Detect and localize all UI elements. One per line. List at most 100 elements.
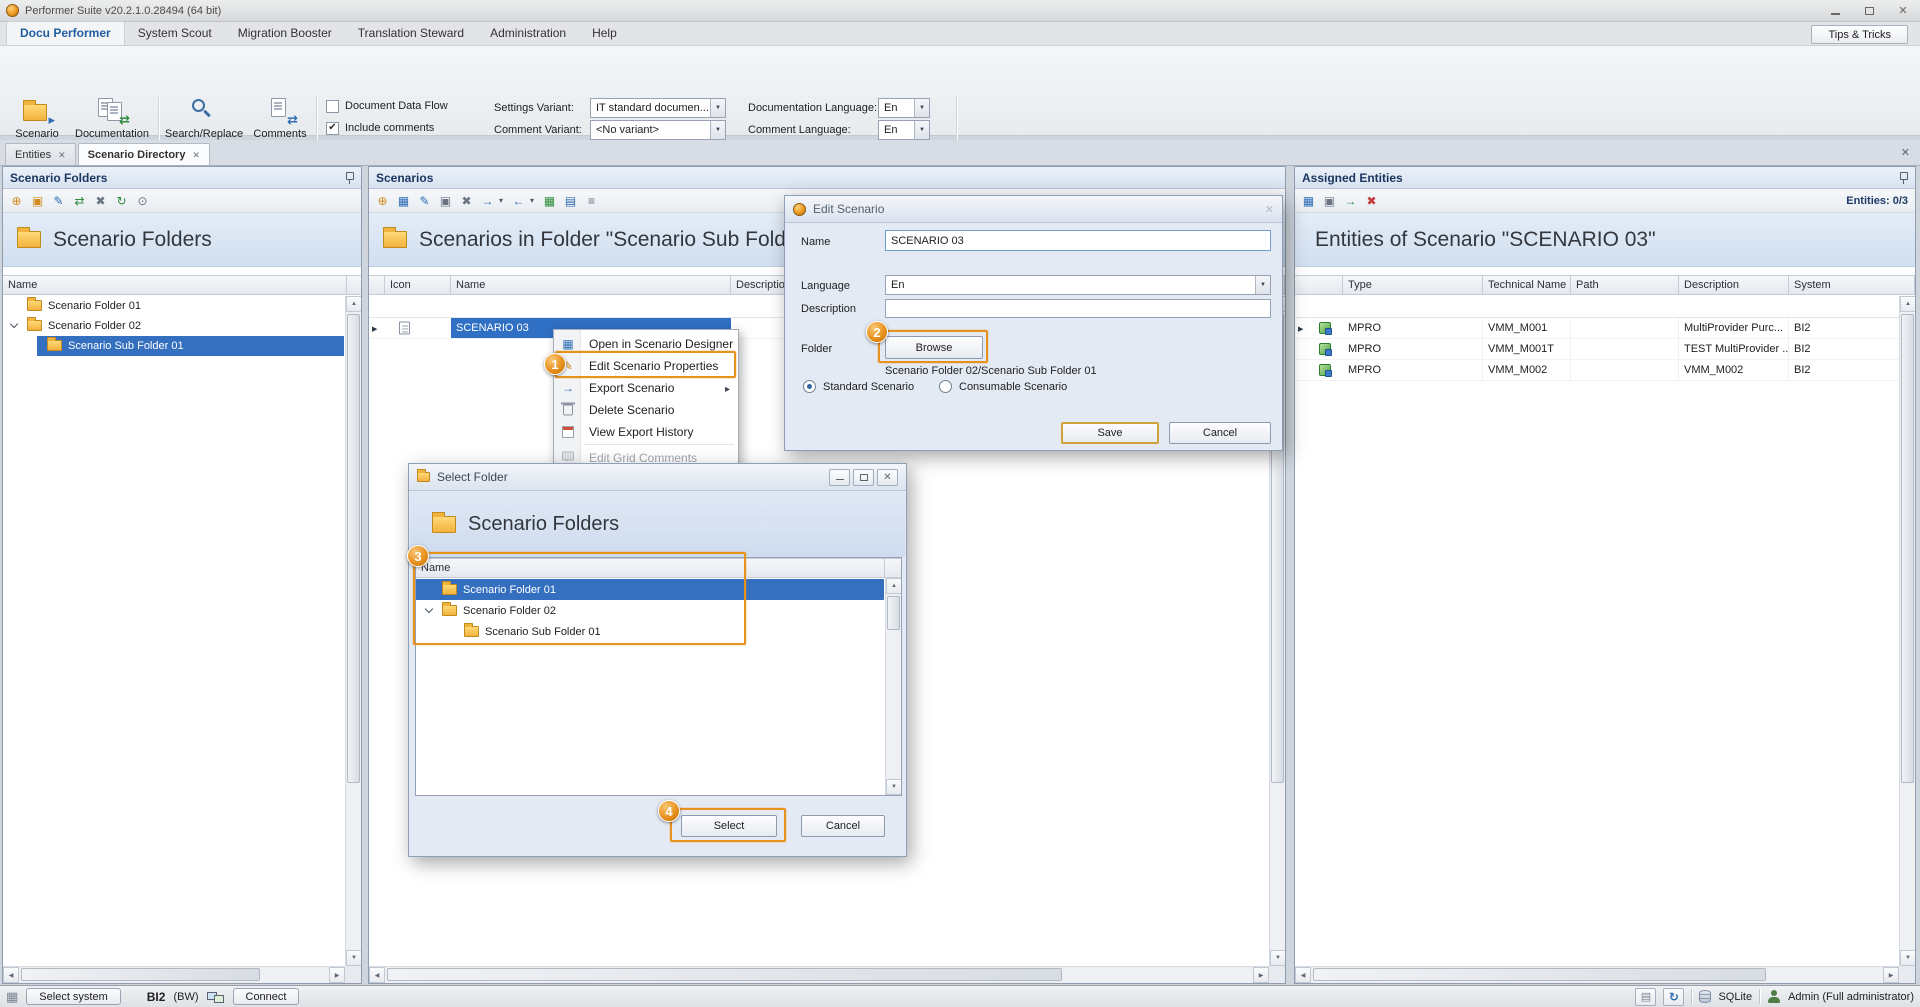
chevron-down-icon[interactable] bbox=[914, 99, 929, 117]
ribbon-tab-migration-booster[interactable]: Migration Booster bbox=[225, 22, 345, 45]
chevron-down-icon[interactable] bbox=[710, 121, 725, 139]
ribbon-tab-administration[interactable]: Administration bbox=[477, 22, 579, 45]
scroll-down-icon[interactable] bbox=[1270, 950, 1286, 966]
menu-item-view-export-history[interactable]: View Export History bbox=[555, 421, 737, 443]
tab-close-icon[interactable] bbox=[192, 149, 200, 161]
vertical-scrollbar[interactable] bbox=[345, 296, 361, 966]
filter-row[interactable] bbox=[1295, 296, 1899, 318]
menu-item-edit-scenario-properties[interactable]: Edit Scenario Properties bbox=[555, 355, 737, 377]
tree-row-scenario-folder-02[interactable]: Scenario Folder 02 bbox=[416, 600, 884, 621]
browse-button[interactable]: Browse bbox=[885, 336, 983, 359]
column-header-description[interactable]: Description bbox=[1679, 276, 1789, 294]
entity-system-cell[interactable]: BI2 bbox=[1789, 339, 1915, 359]
copy-entities-icon[interactable]: ▣ bbox=[1320, 191, 1339, 210]
import-scenario-icon[interactable]: ← bbox=[509, 191, 528, 210]
chevron-down-icon[interactable] bbox=[1255, 276, 1270, 294]
document-data-flow-checkbox[interactable]: Document Data Flow bbox=[326, 98, 448, 114]
entity-path-cell[interactable] bbox=[1571, 318, 1679, 338]
tab-entities[interactable]: Entities bbox=[5, 143, 76, 165]
documentation-language-select[interactable]: En bbox=[878, 98, 930, 118]
scrollbar-thumb[interactable] bbox=[347, 314, 360, 783]
new-scenario-icon[interactable]: ⊕ bbox=[373, 191, 392, 210]
entity-path-cell[interactable] bbox=[1571, 339, 1679, 359]
history-icon[interactable]: ⊙ bbox=[133, 191, 152, 210]
entity-description-cell[interactable]: VMM_M002 bbox=[1679, 360, 1789, 380]
entity-path-cell[interactable] bbox=[1571, 360, 1679, 380]
close-icon[interactable] bbox=[877, 469, 898, 486]
open-designer-icon[interactable]: ▦ bbox=[394, 191, 413, 210]
pin-icon[interactable] bbox=[344, 171, 354, 185]
scroll-right-icon[interactable] bbox=[329, 967, 345, 983]
delete-scenario-icon[interactable]: ✖ bbox=[457, 191, 476, 210]
vertical-scrollbar[interactable] bbox=[1899, 296, 1915, 966]
grid-view-icon[interactable]: ▤ bbox=[561, 191, 580, 210]
minimize-icon[interactable] bbox=[829, 469, 850, 486]
comment-variant-select[interactable]: <No variant> bbox=[590, 120, 726, 140]
export-scenario-icon[interactable]: → bbox=[478, 191, 497, 210]
entity-row[interactable]: MPRO VMM_M002 VMM_M002 BI2 bbox=[1295, 360, 1899, 381]
column-header-name[interactable]: Name bbox=[416, 559, 885, 577]
entity-row[interactable]: MPRO VMM_M001 MultiProvider Purc... BI2 bbox=[1295, 318, 1899, 339]
ribbon-tab-docu-performer[interactable]: Docu Performer bbox=[6, 21, 125, 45]
cancel-button[interactable]: Cancel bbox=[1169, 422, 1271, 444]
select-system-button[interactable]: Select system bbox=[26, 988, 120, 1005]
ribbon-tab-system-scout[interactable]: System Scout bbox=[125, 22, 225, 45]
column-header-type[interactable]: Type bbox=[1343, 276, 1483, 294]
maximize-icon[interactable] bbox=[853, 469, 874, 486]
expand-chevron-icon[interactable] bbox=[425, 605, 433, 613]
description-field[interactable] bbox=[885, 299, 1271, 318]
menu-item-export-scenario[interactable]: Export Scenario bbox=[555, 377, 737, 399]
menu-item-delete-scenario[interactable]: Delete Scenario bbox=[555, 399, 737, 421]
close-icon[interactable] bbox=[1886, 0, 1920, 21]
scroll-left-icon[interactable] bbox=[369, 967, 385, 983]
select-button[interactable]: Select bbox=[681, 815, 777, 837]
scroll-up-icon[interactable] bbox=[1900, 296, 1916, 312]
tree-row-scenario-sub-folder-01[interactable]: Scenario Sub Folder 01 bbox=[416, 621, 884, 642]
consumable-scenario-radio[interactable] bbox=[939, 380, 952, 393]
entity-technical-name-cell[interactable]: VMM_M001T bbox=[1483, 339, 1571, 359]
entity-system-cell[interactable]: BI2 bbox=[1789, 318, 1915, 338]
maximize-icon[interactable] bbox=[1852, 0, 1886, 21]
save-button[interactable]: Save bbox=[1061, 422, 1159, 444]
scrollbar-thumb[interactable] bbox=[887, 596, 900, 630]
column-header-name[interactable]: Name bbox=[3, 276, 347, 294]
column-header-path[interactable]: Path bbox=[1571, 276, 1679, 294]
refresh-icon[interactable]: ↻ bbox=[112, 191, 131, 210]
remove-entity-icon[interactable]: ✖ bbox=[1362, 191, 1381, 210]
tab-scenario-directory[interactable]: Scenario Directory bbox=[78, 143, 210, 165]
delete-folder-icon[interactable]: ✖ bbox=[91, 191, 110, 210]
entity-technical-name-cell[interactable]: VMM_M002 bbox=[1483, 360, 1571, 380]
scroll-down-icon[interactable] bbox=[346, 950, 362, 966]
sync-status-icon[interactable] bbox=[1663, 988, 1684, 1006]
expand-chevron-icon[interactable] bbox=[10, 320, 18, 328]
scrollbar-thumb[interactable] bbox=[21, 968, 260, 981]
vertical-scrollbar[interactable] bbox=[885, 578, 901, 795]
menu-item-open-in-scenario-designer[interactable]: Open in Scenario Designer bbox=[555, 333, 737, 355]
scroll-down-icon[interactable] bbox=[886, 779, 902, 795]
entity-system-cell[interactable]: BI2 bbox=[1789, 360, 1915, 380]
ribbon-tab-help[interactable]: Help bbox=[579, 22, 630, 45]
horizontal-scrollbar[interactable] bbox=[369, 966, 1269, 983]
report-icon[interactable]: ≡ bbox=[582, 191, 601, 210]
system-name[interactable]: BI2 bbox=[147, 990, 166, 1004]
language-select[interactable]: En bbox=[885, 275, 1271, 295]
scroll-left-icon[interactable] bbox=[1295, 967, 1311, 983]
settings-variant-select[interactable]: IT standard documen... bbox=[590, 98, 726, 118]
copy-scenario-icon[interactable]: ▣ bbox=[436, 191, 455, 210]
export-dropdown-icon[interactable] bbox=[499, 191, 507, 210]
chevron-down-icon[interactable] bbox=[914, 121, 929, 139]
tab-close-icon[interactable] bbox=[58, 149, 66, 161]
scroll-right-icon[interactable] bbox=[1253, 967, 1269, 983]
scroll-down-icon[interactable] bbox=[1900, 950, 1916, 966]
horizontal-scrollbar[interactable] bbox=[1295, 966, 1899, 983]
close-document-icon[interactable] bbox=[1901, 146, 1910, 159]
scroll-up-icon[interactable] bbox=[886, 578, 902, 594]
column-header-name[interactable]: Name bbox=[451, 276, 731, 294]
import-dropdown-icon[interactable] bbox=[530, 191, 538, 210]
entity-technical-name-cell[interactable]: VMM_M001 bbox=[1483, 318, 1571, 338]
move-folder-icon[interactable]: ⇄ bbox=[70, 191, 89, 210]
entity-description-cell[interactable]: TEST MultiProvider ... bbox=[1679, 339, 1789, 359]
ribbon-tab-translation-steward[interactable]: Translation Steward bbox=[345, 22, 477, 45]
entity-type-cell[interactable]: MPRO bbox=[1343, 318, 1483, 338]
checkbox-box[interactable] bbox=[326, 122, 339, 135]
